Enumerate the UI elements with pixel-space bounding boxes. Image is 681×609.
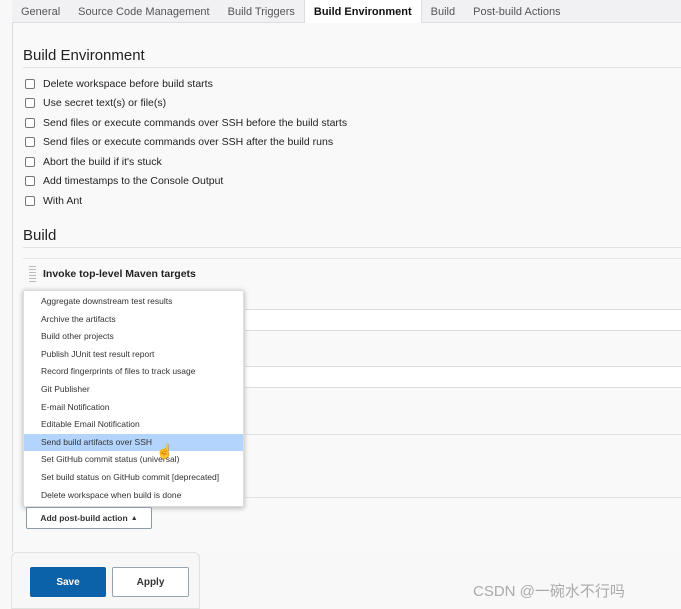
menu-item[interactable]: Set GitHub commit status (universal) (24, 451, 243, 469)
tab-source-code-management[interactable]: Source Code Management (69, 0, 218, 23)
menu-item[interactable]: Editable Email Notification (24, 416, 243, 434)
section-title-build: Build (23, 227, 57, 244)
menu-item[interactable]: Set build status on GitHub commit [depre… (24, 469, 243, 487)
option-label: Send files or execute commands over SSH … (43, 117, 348, 129)
option-label: Use secret text(s) or file(s) (43, 97, 167, 109)
goals-input[interactable] (245, 309, 681, 331)
option-label: Delete workspace before build starts (43, 78, 213, 90)
divider (245, 497, 681, 498)
checkbox[interactable] (25, 196, 35, 206)
checkbox[interactable] (25, 118, 35, 128)
menu-item[interactable]: E-mail Notification (24, 399, 243, 417)
checkbox[interactable] (25, 157, 35, 167)
menu-item[interactable]: Publish JUnit test result report (24, 346, 243, 364)
post-build-action-menu: Aggregate downstream test results Archiv… (23, 290, 244, 507)
menu-item[interactable]: Aggregate downstream test results (24, 293, 243, 311)
option-secret-text[interactable]: Use secret text(s) or file(s) (25, 97, 166, 109)
divider (245, 434, 681, 435)
divider (23, 247, 681, 248)
save-button[interactable]: Save (30, 567, 106, 597)
tab-build-triggers[interactable]: Build Triggers (219, 0, 304, 23)
tab-general[interactable]: General (12, 0, 69, 23)
build-step-title: Invoke top-level Maven targets (43, 268, 196, 280)
menu-item[interactable]: Record fingerprints of files to track us… (24, 363, 243, 381)
caret-up-icon: ▲ (130, 514, 138, 522)
menu-item-highlighted[interactable]: Send build artifacts over SSH (24, 433, 243, 452)
menu-item[interactable]: Build other projects (24, 328, 243, 346)
option-label: Send files or execute commands over SSH … (43, 136, 334, 148)
checkbox[interactable] (25, 137, 35, 147)
tab-post-build-actions[interactable]: Post-build Actions (464, 0, 569, 23)
watermark: CSDN @一碗水不行吗 (473, 583, 625, 600)
option-ssh-before[interactable]: Send files or execute commands over SSH … (25, 117, 347, 129)
drag-handle-icon[interactable] (29, 266, 36, 282)
menu-item[interactable]: Delete workspace when build is done (24, 487, 243, 505)
pom-input[interactable] (245, 366, 681, 388)
hand-cursor-icon: ☝ (156, 443, 174, 459)
option-timestamps[interactable]: Add timestamps to the Console Output (25, 175, 223, 187)
tab-build[interactable]: Build (422, 0, 464, 23)
option-with-ant[interactable]: With Ant (25, 195, 82, 207)
checkbox[interactable] (25, 79, 35, 89)
menu-item[interactable]: Archive the artifacts (24, 311, 243, 329)
button-label: Add post-build action (40, 513, 128, 523)
tab-bar: General Source Code Management Build Tri… (12, 0, 681, 23)
menu-item[interactable]: Git Publisher (24, 381, 243, 399)
tab-build-environment[interactable]: Build Environment (303, 0, 422, 23)
checkbox[interactable] (25, 176, 35, 186)
apply-button[interactable]: Apply (112, 567, 189, 597)
option-label: Add timestamps to the Console Output (43, 175, 224, 187)
option-ssh-after[interactable]: Send files or execute commands over SSH … (25, 136, 333, 148)
section-title-build-environment: Build Environment (23, 47, 145, 64)
add-post-build-action-button[interactable]: Add post-build action ▲ (26, 507, 152, 529)
option-abort-stuck[interactable]: Abort the build if it's stuck (25, 156, 162, 168)
option-label: With Ant (43, 195, 83, 207)
divider (23, 67, 681, 68)
option-label: Abort the build if it's stuck (43, 156, 162, 168)
checkbox[interactable] (25, 98, 35, 108)
option-delete-workspace[interactable]: Delete workspace before build starts (25, 78, 213, 90)
